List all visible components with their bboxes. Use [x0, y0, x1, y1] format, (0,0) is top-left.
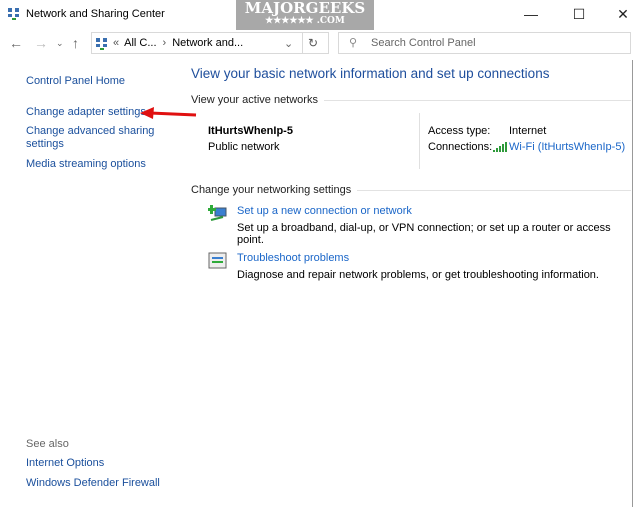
troubleshoot-icon	[208, 252, 227, 269]
network-name: ItHurtsWhenIp-5	[208, 125, 293, 137]
network-center-icon	[96, 37, 107, 50]
network-type[interactable]: Public network	[208, 141, 280, 153]
network-center-icon	[8, 8, 19, 20]
breadcrumb-overflow[interactable]: «	[113, 37, 119, 49]
breadcrumb-network[interactable]: Network and...	[172, 37, 243, 49]
setup-connection-desc: Set up a broadband, dial-up, or VPN conn…	[237, 222, 611, 246]
breadcrumb-all-control-panel[interactable]: All C...	[124, 37, 156, 49]
up-button[interactable]: ↑	[72, 32, 79, 54]
troubleshoot-link[interactable]: Troubleshoot problems	[237, 252, 349, 264]
refresh-icon[interactable]: ↻	[308, 36, 318, 50]
annotation-arrow	[140, 107, 197, 119]
watermark-logo: MAJORGEEKS ★★★★★★ .COM	[236, 0, 374, 30]
active-networks-header: View your active networks	[191, 94, 631, 106]
window-edge	[632, 60, 633, 507]
recent-dropdown-icon[interactable]: ⌄	[56, 32, 64, 54]
see-also-internet-options[interactable]: Internet Options	[26, 457, 104, 470]
sidebar-item-control-panel-home[interactable]: Control Panel Home	[26, 75, 125, 88]
networking-settings-header: Change your networking settings	[191, 184, 631, 196]
troubleshoot-desc: Diagnose and repair network problems, or…	[237, 269, 599, 281]
address-bar[interactable]: « All C... › Network and... ⌄ ↻	[91, 32, 329, 54]
wifi-signal-icon	[493, 142, 507, 152]
close-button[interactable]: ✕	[608, 4, 638, 24]
forward-button[interactable]: →	[34, 32, 48, 54]
sidebar-item-media-streaming[interactable]: Media streaming options	[26, 158, 146, 171]
access-type-value: Internet	[509, 125, 547, 137]
breadcrumb-chevron-icon: ›	[162, 37, 167, 49]
search-icon: ⚲	[349, 37, 358, 49]
setup-connection-link[interactable]: Set up a new connection or network	[237, 205, 412, 217]
page-title: View your basic network information and …	[191, 66, 550, 81]
sidebar-item-advanced-sharing[interactable]: Change advanced sharing settings	[26, 125, 156, 151]
see-also-firewall[interactable]: Windows Defender Firewall	[26, 477, 160, 490]
connections-label: Connections:	[428, 141, 493, 153]
minimize-button[interactable]: —	[516, 4, 546, 24]
window-title: Network and Sharing Center	[26, 8, 165, 20]
new-connection-icon	[208, 205, 227, 221]
search-input[interactable]: ⚲ Search Control Panel	[338, 32, 631, 54]
see-also-label: See also	[26, 438, 69, 450]
title-bar: Network and Sharing Center MAJORGEEKS ★★★…	[0, 0, 640, 30]
access-type-label: Access type:	[428, 125, 491, 137]
maximize-button[interactable]: ☐	[564, 4, 594, 24]
sidebar-item-change-adapter-settings[interactable]: Change adapter settings	[26, 106, 146, 119]
back-button[interactable]: ←	[9, 32, 23, 54]
wifi-connection-link[interactable]: Wi-Fi (ItHurtsWhenIp-5)	[509, 141, 625, 153]
address-dropdown-icon[interactable]: ⌄	[284, 37, 293, 50]
